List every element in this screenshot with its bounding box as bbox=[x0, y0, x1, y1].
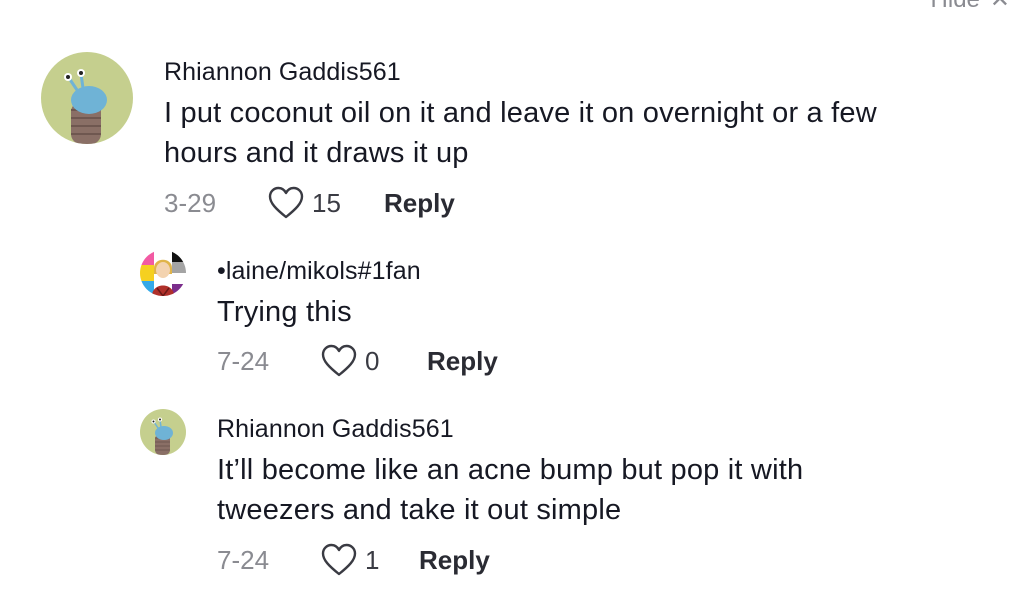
character-avatar-icon bbox=[140, 250, 186, 296]
avatar[interactable] bbox=[140, 409, 186, 455]
reply-button[interactable]: Reply bbox=[427, 346, 498, 377]
comment-meta: 3-29 15 Reply bbox=[164, 186, 455, 220]
snail-avatar-icon bbox=[140, 409, 186, 455]
heart-outline-icon bbox=[321, 344, 357, 377]
comment-username[interactable]: Rhiannon Gaddis561 bbox=[217, 415, 454, 444]
like-count: 0 bbox=[365, 345, 380, 376]
like-count: 15 bbox=[312, 187, 341, 218]
comment-meta: 7-24 0 Reply bbox=[217, 344, 498, 378]
comment-username[interactable]: Rhiannon Gaddis561 bbox=[164, 58, 401, 87]
like-count: 1 bbox=[365, 544, 380, 575]
heart-outline-icon bbox=[321, 543, 357, 576]
hide-comments-button[interactable]: Hide ✕ bbox=[931, 0, 1010, 14]
like-button[interactable]: 1 bbox=[321, 543, 419, 577]
snail-avatar-icon bbox=[41, 52, 133, 144]
reply-button[interactable]: Reply bbox=[384, 188, 455, 219]
comment-text-line: I put coconut oil on it and leave it on … bbox=[164, 97, 877, 129]
comment-username[interactable]: •laine/mikols#1fan bbox=[217, 257, 421, 286]
hide-label: Hide bbox=[931, 0, 980, 14]
comment-date: 7-24 bbox=[217, 345, 270, 376]
comment-text-line: Trying this bbox=[217, 296, 352, 328]
comment-text-line: tweezers and take it out simple bbox=[217, 494, 622, 526]
like-button[interactable]: 0 bbox=[321, 344, 427, 378]
reply-button[interactable]: Reply bbox=[419, 545, 490, 576]
comment-text: Trying this bbox=[217, 292, 352, 332]
comment-text-line: It’ll become like an acne bump but pop i… bbox=[217, 454, 804, 486]
comment-text: I put coconut oil on it and leave it on … bbox=[164, 93, 877, 173]
avatar[interactable] bbox=[140, 250, 186, 296]
comment-text-line: hours and it draws it up bbox=[164, 137, 469, 169]
comment-meta: 7-24 1 Reply bbox=[217, 543, 490, 577]
like-button[interactable]: 15 bbox=[268, 186, 384, 220]
comment-text: It’ll become like an acne bump but pop i… bbox=[217, 450, 803, 530]
comment-date: 3-29 bbox=[164, 187, 217, 218]
comment-date: 7-24 bbox=[217, 544, 270, 575]
avatar[interactable] bbox=[41, 52, 133, 144]
close-icon: ✕ bbox=[990, 0, 1010, 12]
heart-outline-icon bbox=[268, 186, 304, 219]
